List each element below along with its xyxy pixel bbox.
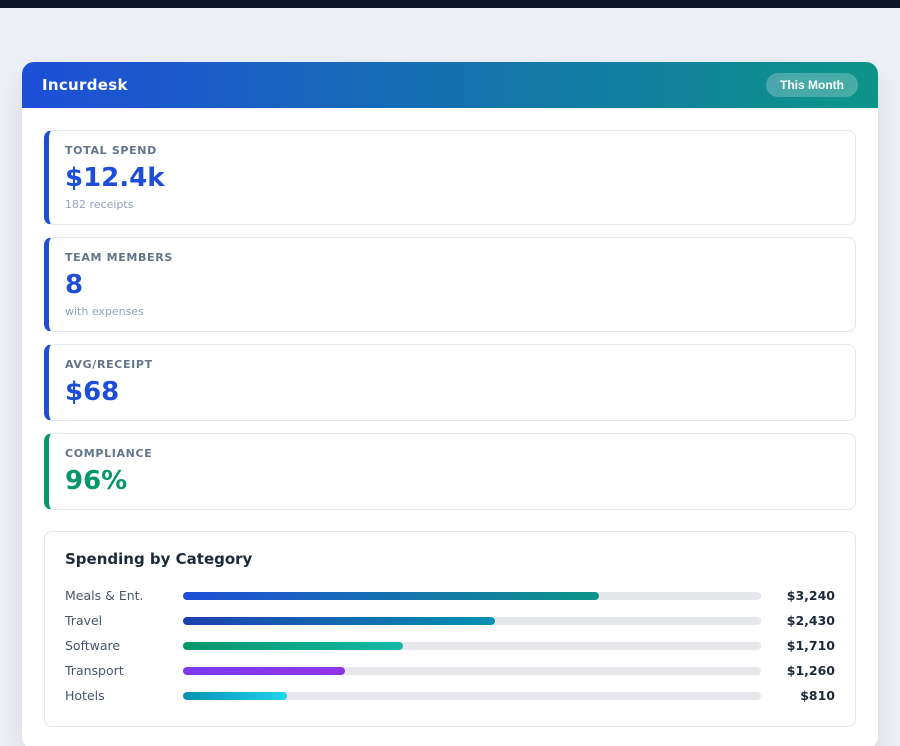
bar-fill-travel — [183, 617, 495, 625]
stat-value: $12.4k — [65, 163, 839, 193]
bar-fill-transport — [183, 667, 345, 675]
stat-card-compliance: COMPLIANCE 96% — [44, 433, 856, 510]
category-row-software: Software $1,710 — [65, 633, 835, 658]
bar-track — [183, 642, 761, 650]
app-title: Incurdesk — [42, 76, 128, 94]
category-row-transport: Transport $1,260 — [65, 658, 835, 683]
page-background: Incurdesk This Month TOTAL SPEND $12.4k … — [0, 8, 900, 746]
section-title: Spending by Category — [65, 550, 835, 568]
category-value: $3,240 — [761, 588, 835, 603]
stat-value: 96% — [65, 466, 839, 496]
app-body: TOTAL SPEND $12.4k 182 receipts TEAM MEM… — [22, 108, 878, 746]
category-value: $810 — [761, 688, 835, 703]
stat-label: COMPLIANCE — [65, 447, 839, 460]
stat-value: $68 — [65, 377, 839, 407]
category-label: Software — [65, 638, 183, 653]
category-row-travel: Travel $2,430 — [65, 608, 835, 633]
bar-fill-meals — [183, 592, 599, 600]
app-header: Incurdesk This Month — [22, 62, 878, 108]
category-label: Hotels — [65, 688, 183, 703]
category-value: $2,430 — [761, 613, 835, 628]
category-label: Travel — [65, 613, 183, 628]
category-value: $1,260 — [761, 663, 835, 678]
stat-label: AVG/RECEIPT — [65, 358, 839, 371]
bar-track — [183, 617, 761, 625]
bar-track — [183, 667, 761, 675]
spending-by-category-card: Spending by Category Meals & Ent. $3,240… — [44, 531, 856, 727]
stat-card-avg-receipt: AVG/RECEIPT $68 — [44, 344, 856, 421]
month-filter-badge[interactable]: This Month — [766, 73, 858, 97]
stat-subtext: with expenses — [65, 305, 839, 318]
category-label: Transport — [65, 663, 183, 678]
stat-label: TOTAL SPEND — [65, 144, 839, 157]
stat-subtext: 182 receipts — [65, 198, 839, 211]
stat-label: TEAM MEMBERS — [65, 251, 839, 264]
category-value: $1,710 — [761, 638, 835, 653]
app-card: Incurdesk This Month TOTAL SPEND $12.4k … — [22, 62, 878, 746]
stat-card-team-members: TEAM MEMBERS 8 with expenses — [44, 237, 856, 332]
bar-track — [183, 692, 761, 700]
category-row-hotels: Hotels $810 — [65, 683, 835, 708]
stat-value: 8 — [65, 270, 839, 300]
stat-card-total-spend: TOTAL SPEND $12.4k 182 receipts — [44, 130, 856, 225]
category-row-meals: Meals & Ent. $3,240 — [65, 583, 835, 608]
category-label: Meals & Ent. — [65, 588, 183, 603]
bar-track — [183, 592, 761, 600]
bar-fill-hotels — [183, 692, 287, 700]
bar-fill-software — [183, 642, 403, 650]
